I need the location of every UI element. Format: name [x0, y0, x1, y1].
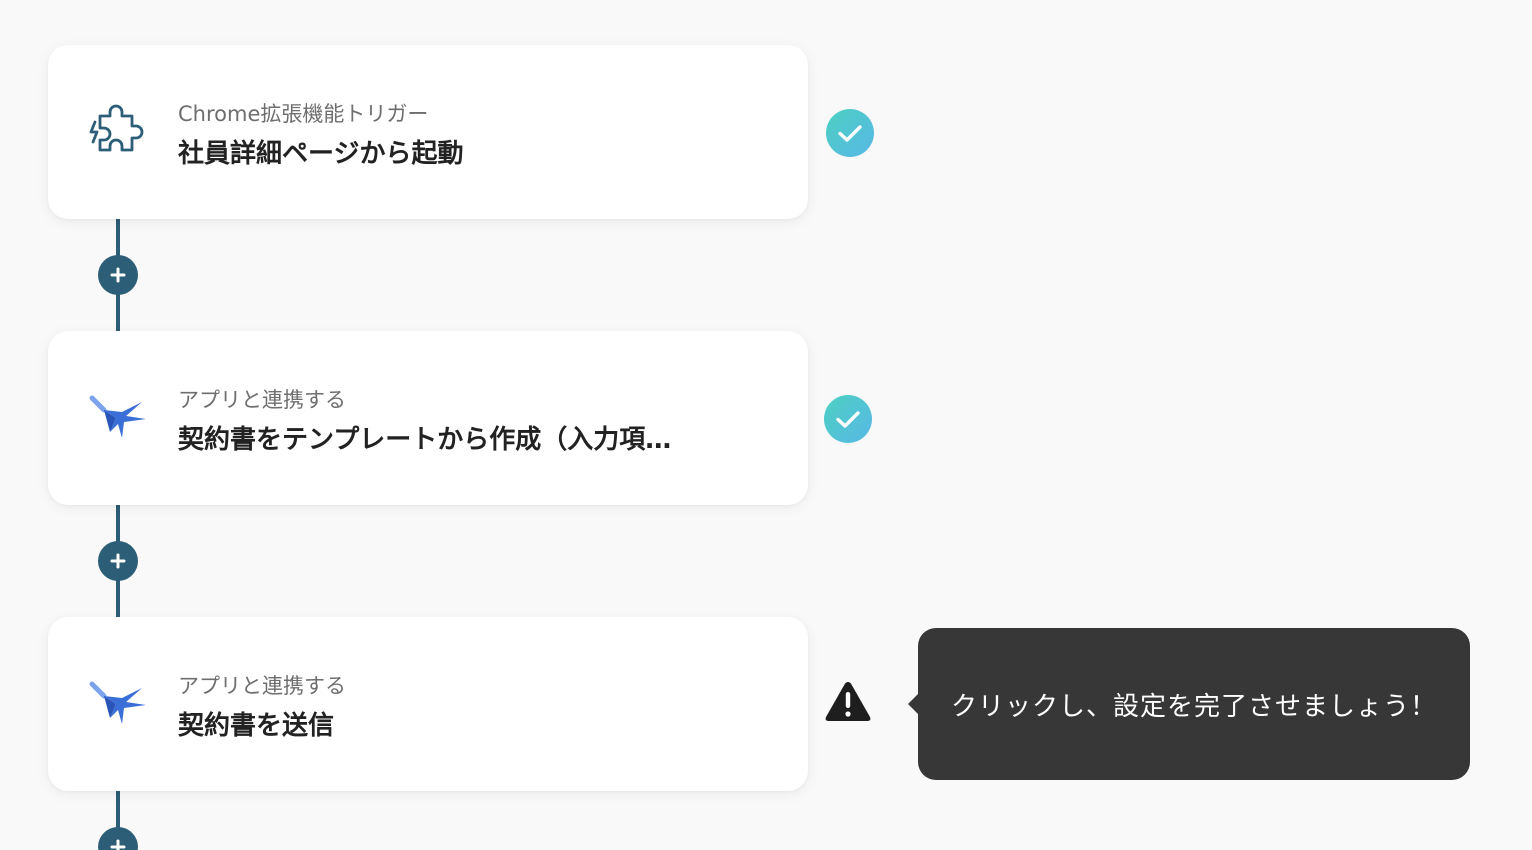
- step-subtitle: アプリと連携する: [178, 388, 346, 412]
- check-circle-icon: [824, 395, 872, 443]
- setup-hint-tooltip[interactable]: クリックし、設定を完了させましょう！: [908, 628, 1470, 780]
- plus-icon: [110, 839, 126, 850]
- plus-icon: [110, 267, 126, 283]
- warning-icon: [825, 682, 871, 721]
- add-step-button[interactable]: [98, 255, 138, 295]
- flow-step-card[interactable]: アプリと連携する 契約書を送信: [48, 617, 808, 791]
- add-step-button[interactable]: [98, 827, 138, 850]
- step-title: 契約書をテンプレートから作成（入力項…: [178, 425, 672, 455]
- step-title: 契約書を送信: [178, 711, 335, 741]
- step-title: 社員詳細ページから起動: [178, 139, 464, 169]
- swallow-app-icon: [86, 674, 148, 734]
- flow-canvas: Chrome拡張機能トリガー 社員詳細ページから起動 アプリと連携する 契約書を…: [0, 0, 1532, 850]
- puzzle-icon: [86, 102, 148, 162]
- tooltip-text: クリックし、設定を完了させましょう！: [950, 691, 1437, 722]
- add-step-button[interactable]: [98, 541, 138, 581]
- tooltip-arrow: [908, 694, 918, 714]
- flow-step-card[interactable]: アプリと連携する 契約書をテンプレートから作成（入力項…: [48, 331, 808, 505]
- swallow-app-icon: [86, 388, 148, 448]
- check-circle-icon: [826, 109, 874, 157]
- plus-icon: [110, 553, 126, 569]
- flow-step-card[interactable]: Chrome拡張機能トリガー 社員詳細ページから起動: [48, 45, 808, 219]
- step-subtitle: アプリと連携する: [178, 674, 346, 698]
- step-subtitle: Chrome拡張機能トリガー: [178, 102, 429, 126]
